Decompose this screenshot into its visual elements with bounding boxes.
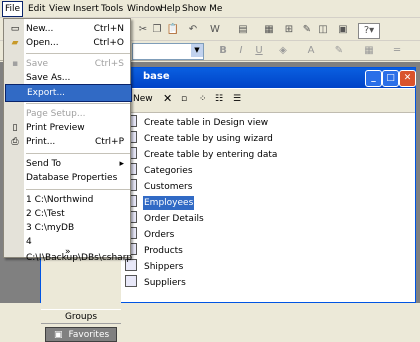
menu-separator xyxy=(26,53,130,54)
line-color-icon[interactable]: ✎ xyxy=(332,44,346,58)
menu-separator xyxy=(26,103,130,104)
menu-help[interactable]: Help xyxy=(158,2,183,16)
details-view-icon[interactable]: ☰ xyxy=(233,94,241,104)
menu-item-print[interactable]: ⎙ Print... Ctrl+P xyxy=(5,134,130,150)
copy-icon[interactable]: ❐ xyxy=(150,23,164,37)
menu-show-me[interactable]: Show Me xyxy=(180,2,224,16)
list-item[interactable]: Create table in Design view xyxy=(125,115,269,129)
menu-item-open[interactable]: ▰ Open... Ctrl+O xyxy=(5,35,130,51)
list-item[interactable]: Create table by using wizard xyxy=(125,131,274,145)
folder-icon: ▣ xyxy=(54,330,63,340)
office-links-icon[interactable]: W xyxy=(208,23,222,37)
new-object-button[interactable]: New xyxy=(133,94,153,104)
help-icon[interactable]: ?▾ xyxy=(358,23,380,39)
delete-icon[interactable]: ✕ xyxy=(163,92,172,105)
save-icon: ▪ xyxy=(11,59,19,69)
print-icon: ⎙ xyxy=(11,137,19,147)
new-object-icon[interactable]: ✎ xyxy=(300,23,314,37)
menu-bar: File Edit View Insert Tools Window Help … xyxy=(0,0,420,18)
menu-item-export[interactable]: Export... xyxy=(5,84,132,102)
favorites-item[interactable]: ▣ Favorites xyxy=(45,327,117,342)
menu-view[interactable]: View xyxy=(47,2,72,16)
print-preview-icon: ▯ xyxy=(12,123,18,133)
new-doc-icon: ▭ xyxy=(10,24,20,34)
font-name-combo[interactable]: ▼ xyxy=(132,43,204,60)
list-view-icon[interactable]: ☷ xyxy=(215,94,223,104)
relationships-icon[interactable]: ⊞ xyxy=(282,23,296,37)
font-color-icon[interactable]: A xyxy=(304,44,318,58)
list-item[interactable]: Categories xyxy=(125,163,194,177)
menu-tools[interactable]: Tools xyxy=(99,2,125,16)
menu-insert[interactable]: Insert xyxy=(71,2,101,16)
menu-file[interactable]: File xyxy=(2,1,24,17)
list-item[interactable]: Shippers xyxy=(125,259,184,273)
paste-icon[interactable]: 📋 xyxy=(166,23,180,37)
underline-button[interactable]: U xyxy=(252,44,266,58)
close-icon[interactable]: ✕ xyxy=(399,70,416,87)
menu-edit[interactable]: Edit xyxy=(26,2,47,16)
list-item[interactable]: Employees xyxy=(125,195,195,210)
new-icon[interactable]: ▣ xyxy=(336,23,350,37)
list-item[interactable]: Orders xyxy=(125,227,175,241)
open-folder-icon: ▰ xyxy=(11,38,19,48)
italic-button[interactable]: I xyxy=(234,44,248,58)
maximize-icon[interactable]: □ xyxy=(382,70,399,87)
large-icons-icon[interactable]: ▫ xyxy=(181,94,187,104)
small-icons-icon[interactable]: ⁘ xyxy=(199,94,207,104)
list-item[interactable]: Suppliers xyxy=(125,275,187,289)
window-title: base xyxy=(143,71,170,82)
analyze-icon[interactable]: ▤ xyxy=(236,23,250,37)
file-menu: ▭ New... Ctrl+N ▰ Open... Ctrl+O ▪ Save Ctrl+S… xyxy=(3,18,132,263)
code-icon[interactable]: ◫ xyxy=(316,23,330,37)
properties-icon[interactable]: ▦ xyxy=(262,23,276,37)
menu-separator xyxy=(26,153,130,154)
cut-icon[interactable]: ✂ xyxy=(136,23,150,37)
menu-expand-icon[interactable]: » xyxy=(5,247,130,257)
undo-icon[interactable]: ↶ xyxy=(186,23,200,37)
minimize-icon[interactable]: _ xyxy=(365,70,382,87)
list-item[interactable]: Order Details xyxy=(125,211,205,225)
table-icon xyxy=(125,275,137,287)
chevron-down-icon: ▼ xyxy=(191,44,203,57)
groups-button[interactable]: Groups xyxy=(41,309,121,324)
bold-button[interactable]: B xyxy=(216,44,230,58)
border-icon[interactable]: ▦ xyxy=(362,44,376,58)
object-list: Create table in Design view Create table… xyxy=(125,115,415,305)
line-style-icon[interactable]: ═ xyxy=(390,44,404,58)
menu-item-database-properties[interactable]: Database Properties xyxy=(5,170,130,186)
new-button-label: New xyxy=(133,94,153,104)
fill-color-icon[interactable]: ◈ xyxy=(276,44,290,58)
list-item[interactable]: Create table by entering data xyxy=(125,147,278,161)
favorites-label: Favorites xyxy=(68,330,110,340)
list-item[interactable]: Customers xyxy=(125,179,193,193)
list-item[interactable]: Products xyxy=(125,243,184,257)
menu-separator xyxy=(26,189,130,190)
